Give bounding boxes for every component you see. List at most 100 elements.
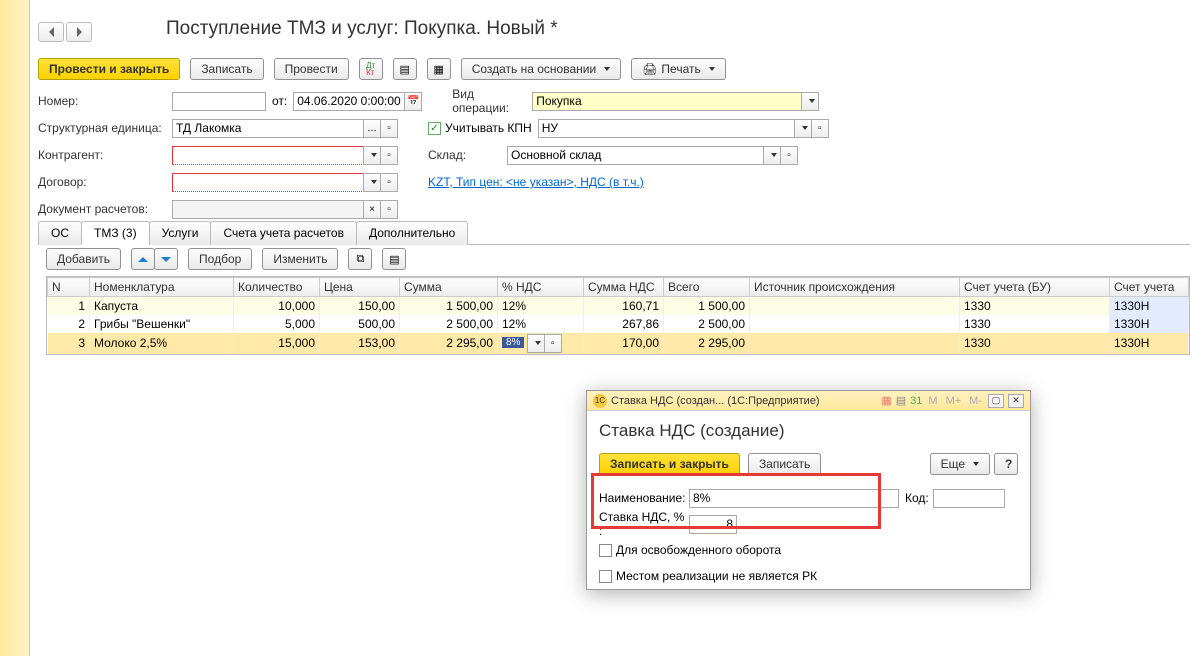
- dialog-help-button[interactable]: ?: [994, 453, 1018, 475]
- paste-button[interactable]: ▤: [382, 248, 406, 270]
- warehouse-dropdown-button[interactable]: [763, 146, 781, 165]
- copy-icon: ⧉: [357, 253, 365, 266]
- kpn-input[interactable]: [538, 119, 795, 138]
- nav-back-button[interactable]: [38, 22, 64, 42]
- orgunit-pick-button[interactable]: …: [363, 119, 381, 138]
- save-button[interactable]: Записать: [190, 58, 263, 80]
- dialog-titlebar[interactable]: 1C Ставка НДС (создан... (1С:Предприятие…: [587, 391, 1030, 411]
- print-button[interactable]: 🖨Печать: [631, 58, 726, 80]
- sheet2-button[interactable]: ▦: [427, 58, 451, 80]
- vat-nonrk-label: Местом реализации не является РК: [616, 569, 817, 583]
- col-acc2[interactable]: Счет учета: [1110, 278, 1189, 297]
- orgunit-input[interactable]: [172, 119, 364, 138]
- vat-open-button[interactable]: ▫: [544, 334, 562, 353]
- price-info-link[interactable]: KZT, Тип цен: <не указан>, НДС (в т.ч.): [428, 175, 644, 189]
- calcdoc-clear-button[interactable]: ×: [363, 200, 381, 219]
- vat-exempt-label: Для освобожденного оборота: [616, 543, 781, 557]
- col-nomen[interactable]: Номенклатура: [90, 278, 234, 297]
- post-and-close-button[interactable]: Провести и закрыть: [38, 58, 180, 80]
- m-label: M: [926, 395, 939, 407]
- tab-bar: ОС ТМЗ (3) Услуги Счета учета расчетов Д…: [38, 220, 1190, 245]
- mplus-label: M+: [944, 395, 964, 407]
- arrow-up-icon: [138, 257, 148, 262]
- number-label: Номер:: [38, 94, 172, 108]
- vat-badge: 8%: [502, 337, 524, 348]
- table-row[interactable]: 1Капуста10,000150,001 500,0012%160,711 5…: [48, 297, 1189, 315]
- left-sidebar: [0, 0, 30, 656]
- tab-os[interactable]: ОС: [38, 221, 82, 245]
- contragent-input[interactable]: [172, 146, 364, 165]
- from-label: от:: [272, 94, 287, 108]
- contract-open-button[interactable]: ▫: [380, 173, 398, 192]
- vat-dropdown-button[interactable]: [527, 334, 545, 353]
- vat-name-label: Наименование:: [599, 491, 689, 505]
- col-acc[interactable]: Счет учета (БУ): [960, 278, 1110, 297]
- dialog-save-close-button[interactable]: Записать и закрыть: [599, 453, 740, 475]
- col-qty[interactable]: Количество: [234, 278, 320, 297]
- contragent-open-button[interactable]: ▫: [380, 146, 398, 165]
- date-input[interactable]: [293, 92, 405, 111]
- col-sum[interactable]: Сумма: [400, 278, 498, 297]
- contract-input[interactable]: [172, 173, 364, 192]
- sheet-icon: ▦: [433, 63, 443, 76]
- tab-services[interactable]: Услуги: [149, 221, 212, 245]
- kpn-dropdown-button[interactable]: [794, 119, 812, 138]
- warehouse-open-button[interactable]: ▫: [780, 146, 798, 165]
- 1c-icon: 1C: [593, 394, 607, 408]
- page-title: Поступление ТМЗ и услуг: Покупка. Новый …: [166, 18, 558, 40]
- orgunit-label: Структурная единица:: [38, 121, 172, 135]
- tab-tmz[interactable]: ТМЗ (3): [81, 221, 150, 245]
- warehouse-label: Склад:: [428, 148, 478, 162]
- operation-label: Вид операции:: [452, 87, 532, 115]
- operation-dropdown-button[interactable]: [801, 92, 819, 111]
- contragent-dropdown-button[interactable]: [363, 146, 381, 165]
- col-n[interactable]: N: [48, 278, 90, 297]
- number-input[interactable]: [172, 92, 266, 111]
- dialog-save-button[interactable]: Записать: [748, 453, 821, 475]
- calcdoc-open-button[interactable]: ▫: [380, 200, 398, 219]
- col-price[interactable]: Цена: [320, 278, 400, 297]
- kpn-open-button[interactable]: ▫: [811, 119, 829, 138]
- add-row-button[interactable]: Добавить: [46, 248, 121, 270]
- vat-rate-input[interactable]: [689, 515, 737, 534]
- col-vat[interactable]: % НДС: [498, 278, 584, 297]
- kpn-checkbox[interactable]: ✓: [428, 122, 441, 135]
- dtkt-button[interactable]: ДтКт: [359, 58, 383, 80]
- table-toolbar: Добавить Подбор Изменить ⧉ ▤: [46, 248, 406, 270]
- move-up-button[interactable]: [131, 248, 155, 270]
- table-row[interactable]: 2Грибы "Вешенки"5,000500,002 500,0012%26…: [48, 315, 1189, 333]
- cal-icon[interactable]: 31: [910, 395, 922, 407]
- dialog-more-button[interactable]: Еще: [930, 453, 990, 475]
- calc-icon[interactable]: ▤: [896, 394, 906, 407]
- sheet1-button[interactable]: ▤: [393, 58, 417, 80]
- pick-button[interactable]: Подбор: [188, 248, 252, 270]
- table-row[interactable]: 3Молоко 2,5%15,000153,002 295,008% ▫170,…: [48, 333, 1189, 354]
- grid-icon[interactable]: ▦: [881, 394, 891, 407]
- vat-exempt-checkbox[interactable]: ✓: [599, 544, 612, 557]
- vat-nonrk-checkbox[interactable]: ✓: [599, 570, 612, 583]
- contract-dropdown-button[interactable]: [363, 173, 381, 192]
- main-toolbar: Провести и закрыть Записать Провести ДтК…: [38, 58, 726, 80]
- dialog-close-button[interactable]: ✕: [1008, 394, 1024, 408]
- vat-code-input[interactable]: [933, 489, 1005, 508]
- orgunit-open-button[interactable]: ▫: [380, 119, 398, 138]
- create-based-button[interactable]: Создать на основании: [461, 58, 622, 80]
- col-src[interactable]: Источник происхождения: [750, 278, 960, 297]
- tab-additional[interactable]: Дополнительно: [356, 221, 468, 245]
- col-total[interactable]: Всего: [664, 278, 750, 297]
- dialog-max-button[interactable]: ▢: [988, 394, 1004, 408]
- contract-label: Договор:: [38, 175, 172, 189]
- arrow-left-icon: [49, 27, 54, 37]
- vat-code-label: Код:: [905, 491, 929, 505]
- move-down-button[interactable]: [154, 248, 178, 270]
- warehouse-input[interactable]: [507, 146, 764, 165]
- vat-name-input[interactable]: [689, 489, 899, 508]
- calendar-button[interactable]: 📅: [404, 92, 422, 111]
- nav-forward-button[interactable]: [66, 22, 92, 42]
- post-button[interactable]: Провести: [274, 58, 349, 80]
- operation-select[interactable]: [532, 92, 802, 111]
- tab-accounts[interactable]: Счета учета расчетов: [210, 221, 356, 245]
- copy-button[interactable]: ⧉: [348, 248, 372, 270]
- col-vatsum[interactable]: Сумма НДС: [584, 278, 664, 297]
- edit-button[interactable]: Изменить: [262, 248, 338, 270]
